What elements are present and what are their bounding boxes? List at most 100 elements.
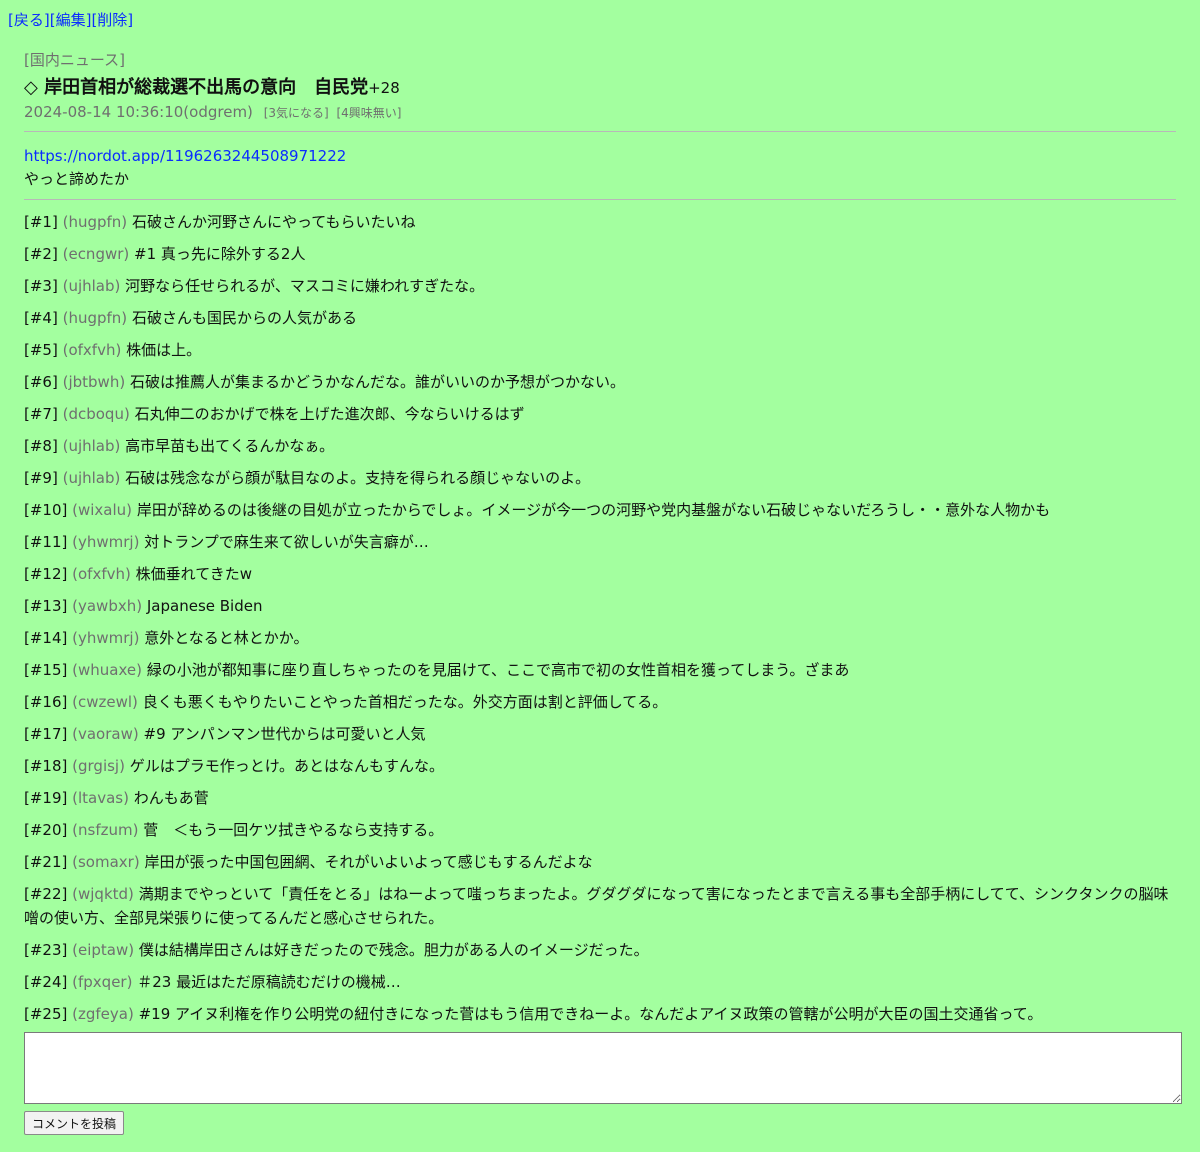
comment-text: 僕は結構岸田さんは好きだったので残念。胆力がある人のイメージだった。 (138, 941, 649, 959)
comment-number: [#23] (24, 941, 68, 959)
comment-number: [#1] (24, 213, 58, 231)
article-url-link[interactable]: https://nordot.app/1196263244508971222 (24, 147, 346, 165)
comment-item: [#8] (ujhlab) 高市早苗も出てくるんかなぁ。 (24, 434, 1176, 458)
comment-item: [#2] (ecngwr) #1 真っ先に除外する2人 (24, 242, 1176, 266)
comment-item: [#25] (zgfeya) #19 アイヌ利権を作り公明党の紐付きになった菅は… (24, 1002, 1176, 1026)
article-container: [国内ニュース] ◇ 岸田首相が総裁選不出馬の意向 自民党+28 2024-08… (24, 50, 1176, 1034)
comment-number: [#7] (24, 405, 58, 423)
comment-number: [#17] (24, 725, 68, 743)
back-link[interactable]: [戻る] (8, 11, 50, 29)
comment-item: [#22] (wjqktd) 満期までやっといて「責任をとる」はねーよって嗤っち… (24, 882, 1176, 930)
comment-number: [#20] (24, 821, 68, 839)
comment-item: [#16] (cwzewl) 良くも悪くもやりたいことやった首相だったな。外交方… (24, 690, 1176, 714)
comment-item: [#5] (ofxfvh) 株価は上。 (24, 338, 1176, 362)
comment-user-id: (eiptaw) (72, 941, 135, 959)
comment-item: [#20] (nsfzum) 菅 ＜もう一回ケツ拭きやるなら支持する。 (24, 818, 1176, 842)
comment-user-id: (hugpfn) (62, 213, 128, 231)
comment-item: [#7] (dcboqu) 石丸伸二のおかげで株を上げた進次郎、今ならいけるはず (24, 402, 1176, 426)
comment-number: [#11] (24, 533, 68, 551)
divider (24, 199, 1176, 200)
comment-number: [#25] (24, 1005, 68, 1023)
comment-number: [#12] (24, 565, 68, 583)
comment-number: [#19] (24, 789, 68, 807)
article-category: [国内ニュース] (24, 51, 125, 69)
comment-form: コメントを投稿 (24, 1032, 1182, 1135)
comment-text: 石破さんも国民からの人気がある (131, 309, 357, 327)
comment-number: [#5] (24, 341, 58, 359)
comment-text: 満期までやっといて「責任をとる」はねーよって嗤っちまったよ。グダグダになって害に… (24, 885, 1169, 927)
comment-item: [#6] (jbtbwh) 石破は推薦人が集まるかどうかなんだな。誰がいいのか予… (24, 370, 1176, 394)
comment-user-id: (ujhlab) (62, 469, 121, 487)
comment-user-id: (ofxfvh) (62, 341, 122, 359)
comment-text: 良くも悪くもやりたいことやった首相だったな。外交方面は割と評価してる。 (142, 693, 668, 711)
comment-user-id: (grgisj) (72, 757, 125, 775)
comment-item: [#19] (ltavas) わんもあ菅 (24, 786, 1176, 810)
article-title-row: ◇ 岸田首相が総裁選不出馬の意向 自民党+28 (24, 76, 1176, 100)
comment-item: [#9] (ujhlab) 石破は残念ながら顔が駄目なのよ。支持を得られる顔じゃ… (24, 466, 1176, 490)
comment-number: [#8] (24, 437, 58, 455)
comment-text: 株価は上。 (126, 341, 202, 359)
comment-text: #1 真っ先に除外する2人 (134, 245, 306, 263)
post-comment-button[interactable]: コメントを投稿 (24, 1111, 125, 1135)
comment-user-id: (wjqktd) (72, 885, 134, 903)
comment-user-id: (somaxr) (72, 853, 140, 871)
comment-text: 石破は推薦人が集まるかどうかなんだな。誰がいいのか予想がつかない。 (129, 373, 625, 391)
comment-item: [#1] (hugpfn) 石破さんか河野さんにやってもらいたいね (24, 210, 1176, 234)
edit-link[interactable]: [編集] (50, 11, 92, 29)
comment-text: ゲルはプラモ作っとけ。あとはなんもすんな。 (129, 757, 444, 775)
comment-number: [#18] (24, 757, 68, 775)
comment-text: 河野なら任せられるが、マスコミに嫌われすぎたな。 (125, 277, 485, 295)
comment-user-id: (dcboqu) (62, 405, 130, 423)
comment-item: [#10] (wixalu) 岸田が辞めるのは後継の目処が立ったからでしょ。イメ… (24, 498, 1176, 522)
comment-number: [#2] (24, 245, 58, 263)
comment-textarea[interactable] (24, 1032, 1182, 1104)
comment-item: [#13] (yawbxh) Japanese Biden (24, 594, 1176, 618)
comment-item: [#11] (yhwmrj) 対トランプで麻生来て欲しいが失言癖が… (24, 530, 1176, 554)
comment-user-id: (ecngwr) (62, 245, 130, 263)
comment-text: 岸田が辞めるのは後継の目処が立ったからでしょ。イメージが今一つの河野や党内基盤が… (136, 501, 1051, 519)
comment-user-id: (vaoraw) (72, 725, 139, 743)
article-title: ◇ 岸田首相が総裁選不出馬の意向 自民党 (24, 77, 369, 98)
interested-count[interactable]: [3気になる] (264, 106, 329, 120)
comment-number: [#13] (24, 597, 68, 615)
comment-text: 高市早苗も出てくるんかなぁ。 (125, 437, 335, 455)
comment-number: [#14] (24, 629, 68, 647)
comment-user-id: (fpxqer) (72, 973, 133, 991)
comment-number: [#4] (24, 309, 58, 327)
comment-text: #19 アイヌ利権を作り公明党の紐付きになった菅はもう信用できねーよ。なんだよア… (138, 1005, 1043, 1023)
comment-user-id: (hugpfn) (62, 309, 128, 327)
comment-text: 意外となると林とかか。 (144, 629, 309, 647)
article-score: +28 (368, 79, 400, 97)
comment-text: わんもあ菅 (133, 789, 209, 807)
delete-link[interactable]: [削除] (91, 11, 133, 29)
comment-text: 株価垂れてきたw (135, 565, 253, 583)
comment-item: [#14] (yhwmrj) 意外となると林とかか。 (24, 626, 1176, 650)
comment-item: [#17] (vaoraw) #9 アンパンマン世代からは可愛いと人気 (24, 722, 1176, 746)
comment-user-id: (ujhlab) (62, 437, 121, 455)
comment-number: [#9] (24, 469, 58, 487)
comment-list: [#1] (hugpfn) 石破さんか河野さんにやってもらいたいね [#2] (e… (24, 210, 1176, 1026)
article-meta: 2024-08-14 10:36:10(odgrem) [3気になる] [4興味… (24, 102, 1176, 122)
article-body-text: やっと諦めたか (24, 170, 130, 188)
comment-text: 石破さんか河野さんにやってもらいたいね (131, 213, 416, 231)
comment-text: 対トランプで麻生来て欲しいが失言癖が… (144, 533, 429, 551)
comment-text: 緑の小池が都知事に座り直しちゃったのを見届けて、ここで高市で初の女性首相を獲って… (146, 661, 850, 679)
comment-user-id: (jbtbwh) (62, 373, 126, 391)
comment-user-id: (whuaxe) (72, 661, 142, 679)
comment-item: [#4] (hugpfn) 石破さんも国民からの人気がある (24, 306, 1176, 330)
comment-item: [#24] (fpxqer) ＃23 最近はただ原稿読むだけの機械… (24, 970, 1176, 994)
comment-number: [#24] (24, 973, 68, 991)
comment-text: Japanese Biden (146, 597, 263, 615)
comment-user-id: (yawbxh) (72, 597, 143, 615)
comment-item: [#3] (ujhlab) 河野なら任せられるが、マスコミに嫌われすぎたな。 (24, 274, 1176, 298)
comment-user-id: (cwzewl) (72, 693, 138, 711)
article-body: https://nordot.app/1196263244508971222 や… (24, 132, 1176, 191)
comment-number: [#15] (24, 661, 68, 679)
comment-text: 石丸伸二のおかげで株を上げた進次郎、今ならいけるはず (134, 405, 525, 423)
comment-user-id: (ujhlab) (62, 277, 121, 295)
comment-number: [#3] (24, 277, 58, 295)
comment-text: 菅 ＜もう一回ケツ拭きやるなら支持する。 (143, 821, 444, 839)
comment-number: [#16] (24, 693, 68, 711)
comment-text: #9 アンパンマン世代からは可愛いと人気 (143, 725, 426, 743)
not-interested-count[interactable]: [4興味無い] (336, 106, 401, 120)
